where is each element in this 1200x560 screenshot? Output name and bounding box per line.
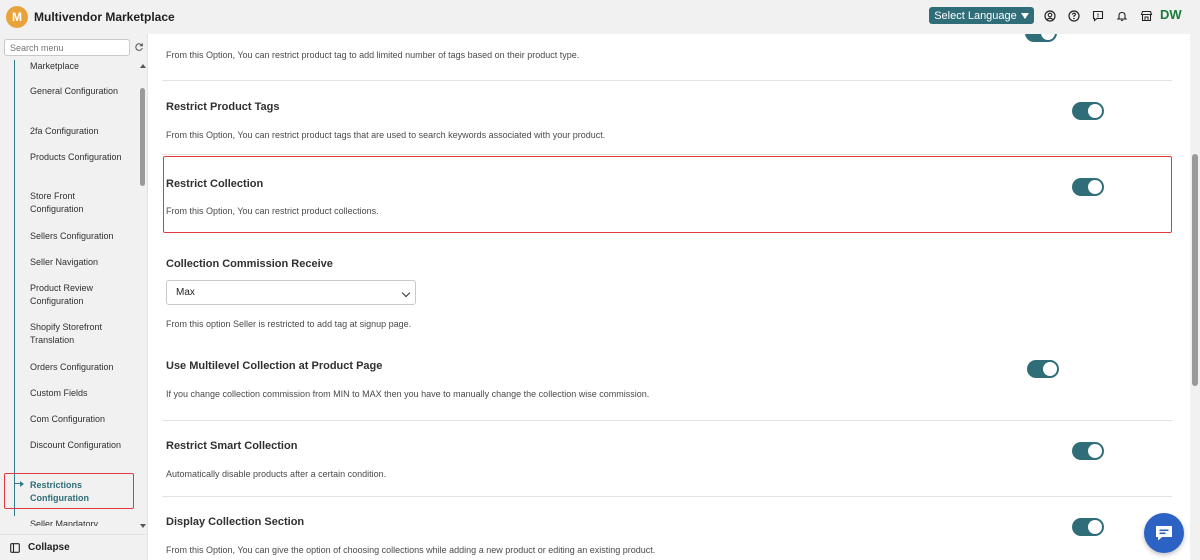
section-description: From this Option, You can give the optio… — [166, 545, 656, 555]
sidebar-menu: Marketplace General Configuration 2fa Co… — [0, 60, 148, 526]
chat-button[interactable] — [1144, 513, 1184, 553]
refresh-icon[interactable] — [134, 42, 144, 52]
sidebar-item-seller-mandatory[interactable]: Seller Mandatory — [30, 518, 130, 526]
toggle-knob — [1043, 362, 1057, 376]
sidebar-scroll-up-icon[interactable] — [140, 64, 146, 68]
section-description: From this Option, You can restrict produ… — [166, 130, 606, 140]
main-panel: From this Option, You can restrict produ… — [148, 34, 1190, 560]
restrict-smart-collection-toggle[interactable] — [1072, 442, 1104, 460]
divider — [162, 154, 1172, 155]
store-icon[interactable] — [1138, 8, 1154, 24]
section-title: Collection Commission Receive — [166, 258, 333, 270]
sidebar-item-marketplace[interactable]: Marketplace — [30, 60, 130, 73]
sidebar-item-shopify-storefront-translation[interactable]: Shopify Storefront Translation — [30, 321, 130, 347]
divider — [162, 420, 1172, 421]
help-circle-icon[interactable] — [1066, 8, 1082, 24]
section-description: If you change collection commission from… — [166, 389, 650, 399]
sidebar-item-custom-fields[interactable]: Custom Fields — [30, 387, 130, 400]
toggle-knob — [1041, 34, 1055, 40]
divider — [162, 80, 1172, 81]
multilevel-collection-toggle[interactable] — [1027, 360, 1059, 378]
sidebar-item-general-configuration[interactable]: General Configuration — [30, 85, 130, 98]
restrict-collection-toggle[interactable] — [1072, 178, 1104, 196]
section-description: Automatically disable products after a c… — [166, 469, 387, 479]
search-menu-input[interactable] — [4, 39, 130, 56]
toggle-knob — [1088, 180, 1102, 194]
sidebar-item-products-configuration[interactable]: Products Configuration — [30, 151, 130, 164]
sidebar-scroll-down-icon[interactable] — [140, 524, 146, 528]
section-title: Use Multilevel Collection at Product Pag… — [166, 360, 383, 372]
section-title: Restrict Smart Collection — [166, 440, 298, 452]
sidebar-item-discount-configuration[interactable]: Discount Configuration — [30, 439, 130, 452]
restrict-collection-highlight — [163, 156, 1172, 233]
tree-arrow-icon — [20, 481, 24, 487]
section-title: Restrict Product Tags — [166, 101, 280, 113]
sidebar: Marketplace General Configuration 2fa Co… — [0, 34, 148, 560]
brand[interactable]: M Multivendor Marketplace — [6, 6, 175, 28]
top-bar: M Multivendor Marketplace Select Languag… — [0, 0, 1200, 34]
collapse-label: Collapse — [28, 542, 70, 553]
select-language-button[interactable]: Select Language — [929, 7, 1034, 24]
section-description: From this Option, You can restrict produ… — [166, 206, 379, 216]
section-description: From this Option, You can restrict produ… — [166, 50, 580, 60]
collection-commission-select[interactable]: Max — [166, 280, 416, 305]
sidebar-item-sellers-configuration[interactable]: Sellers Configuration — [30, 230, 130, 243]
collapse-button[interactable]: Collapse — [0, 534, 148, 560]
sidebar-item-seller-navigation[interactable]: Seller Navigation — [30, 256, 130, 269]
sidebar-item-product-review-configuration[interactable]: Product Review Configuration — [30, 282, 130, 308]
tree-line — [14, 60, 15, 516]
section-description: From this option Seller is restricted to… — [166, 319, 412, 329]
toggle-knob — [1088, 444, 1102, 458]
page-scrollbar-thumb[interactable] — [1192, 154, 1198, 386]
sidebar-item-store-front-configuration[interactable]: Store Front Configuration — [30, 190, 130, 216]
caret-down-icon — [1020, 12, 1029, 19]
sidebar-item-2fa-configuration[interactable]: 2fa Configuration — [30, 125, 130, 138]
bell-icon[interactable] — [1114, 8, 1130, 24]
sidebar-item-com-configuration[interactable]: Com Configuration — [30, 413, 130, 426]
sidebar-item-restrictions-configuration[interactable]: Restrictions Configuration — [30, 479, 130, 505]
sidebar-item-orders-configuration[interactable]: Orders Configuration — [30, 361, 130, 374]
sidebar-scrollbar-thumb[interactable] — [140, 88, 145, 186]
collapse-icon — [10, 542, 20, 553]
chat-icon — [1156, 526, 1172, 541]
section-title: Restrict Collection — [166, 178, 264, 190]
page-scrollbar[interactable] — [1190, 34, 1200, 560]
toggle-knob — [1088, 104, 1102, 118]
toggle-knob — [1088, 520, 1102, 534]
select-language-label: Select Language — [934, 9, 1017, 22]
select-value: Max — [176, 287, 195, 298]
message-icon[interactable] — [1090, 8, 1106, 24]
restrict-product-tags-toggle[interactable] — [1072, 102, 1104, 120]
brand-name: Multivendor Marketplace — [34, 10, 175, 24]
display-collection-toggle[interactable] — [1072, 518, 1104, 536]
brand-logo: M — [6, 6, 28, 28]
restrict-tag-limit-toggle[interactable] — [1025, 34, 1057, 42]
user-avatar-initials[interactable]: DW — [1160, 7, 1182, 22]
chevron-down-icon — [401, 288, 411, 298]
top-icons — [1042, 8, 1154, 24]
user-circle-icon[interactable] — [1042, 8, 1058, 24]
section-title: Display Collection Section — [166, 516, 305, 528]
divider — [162, 496, 1172, 497]
